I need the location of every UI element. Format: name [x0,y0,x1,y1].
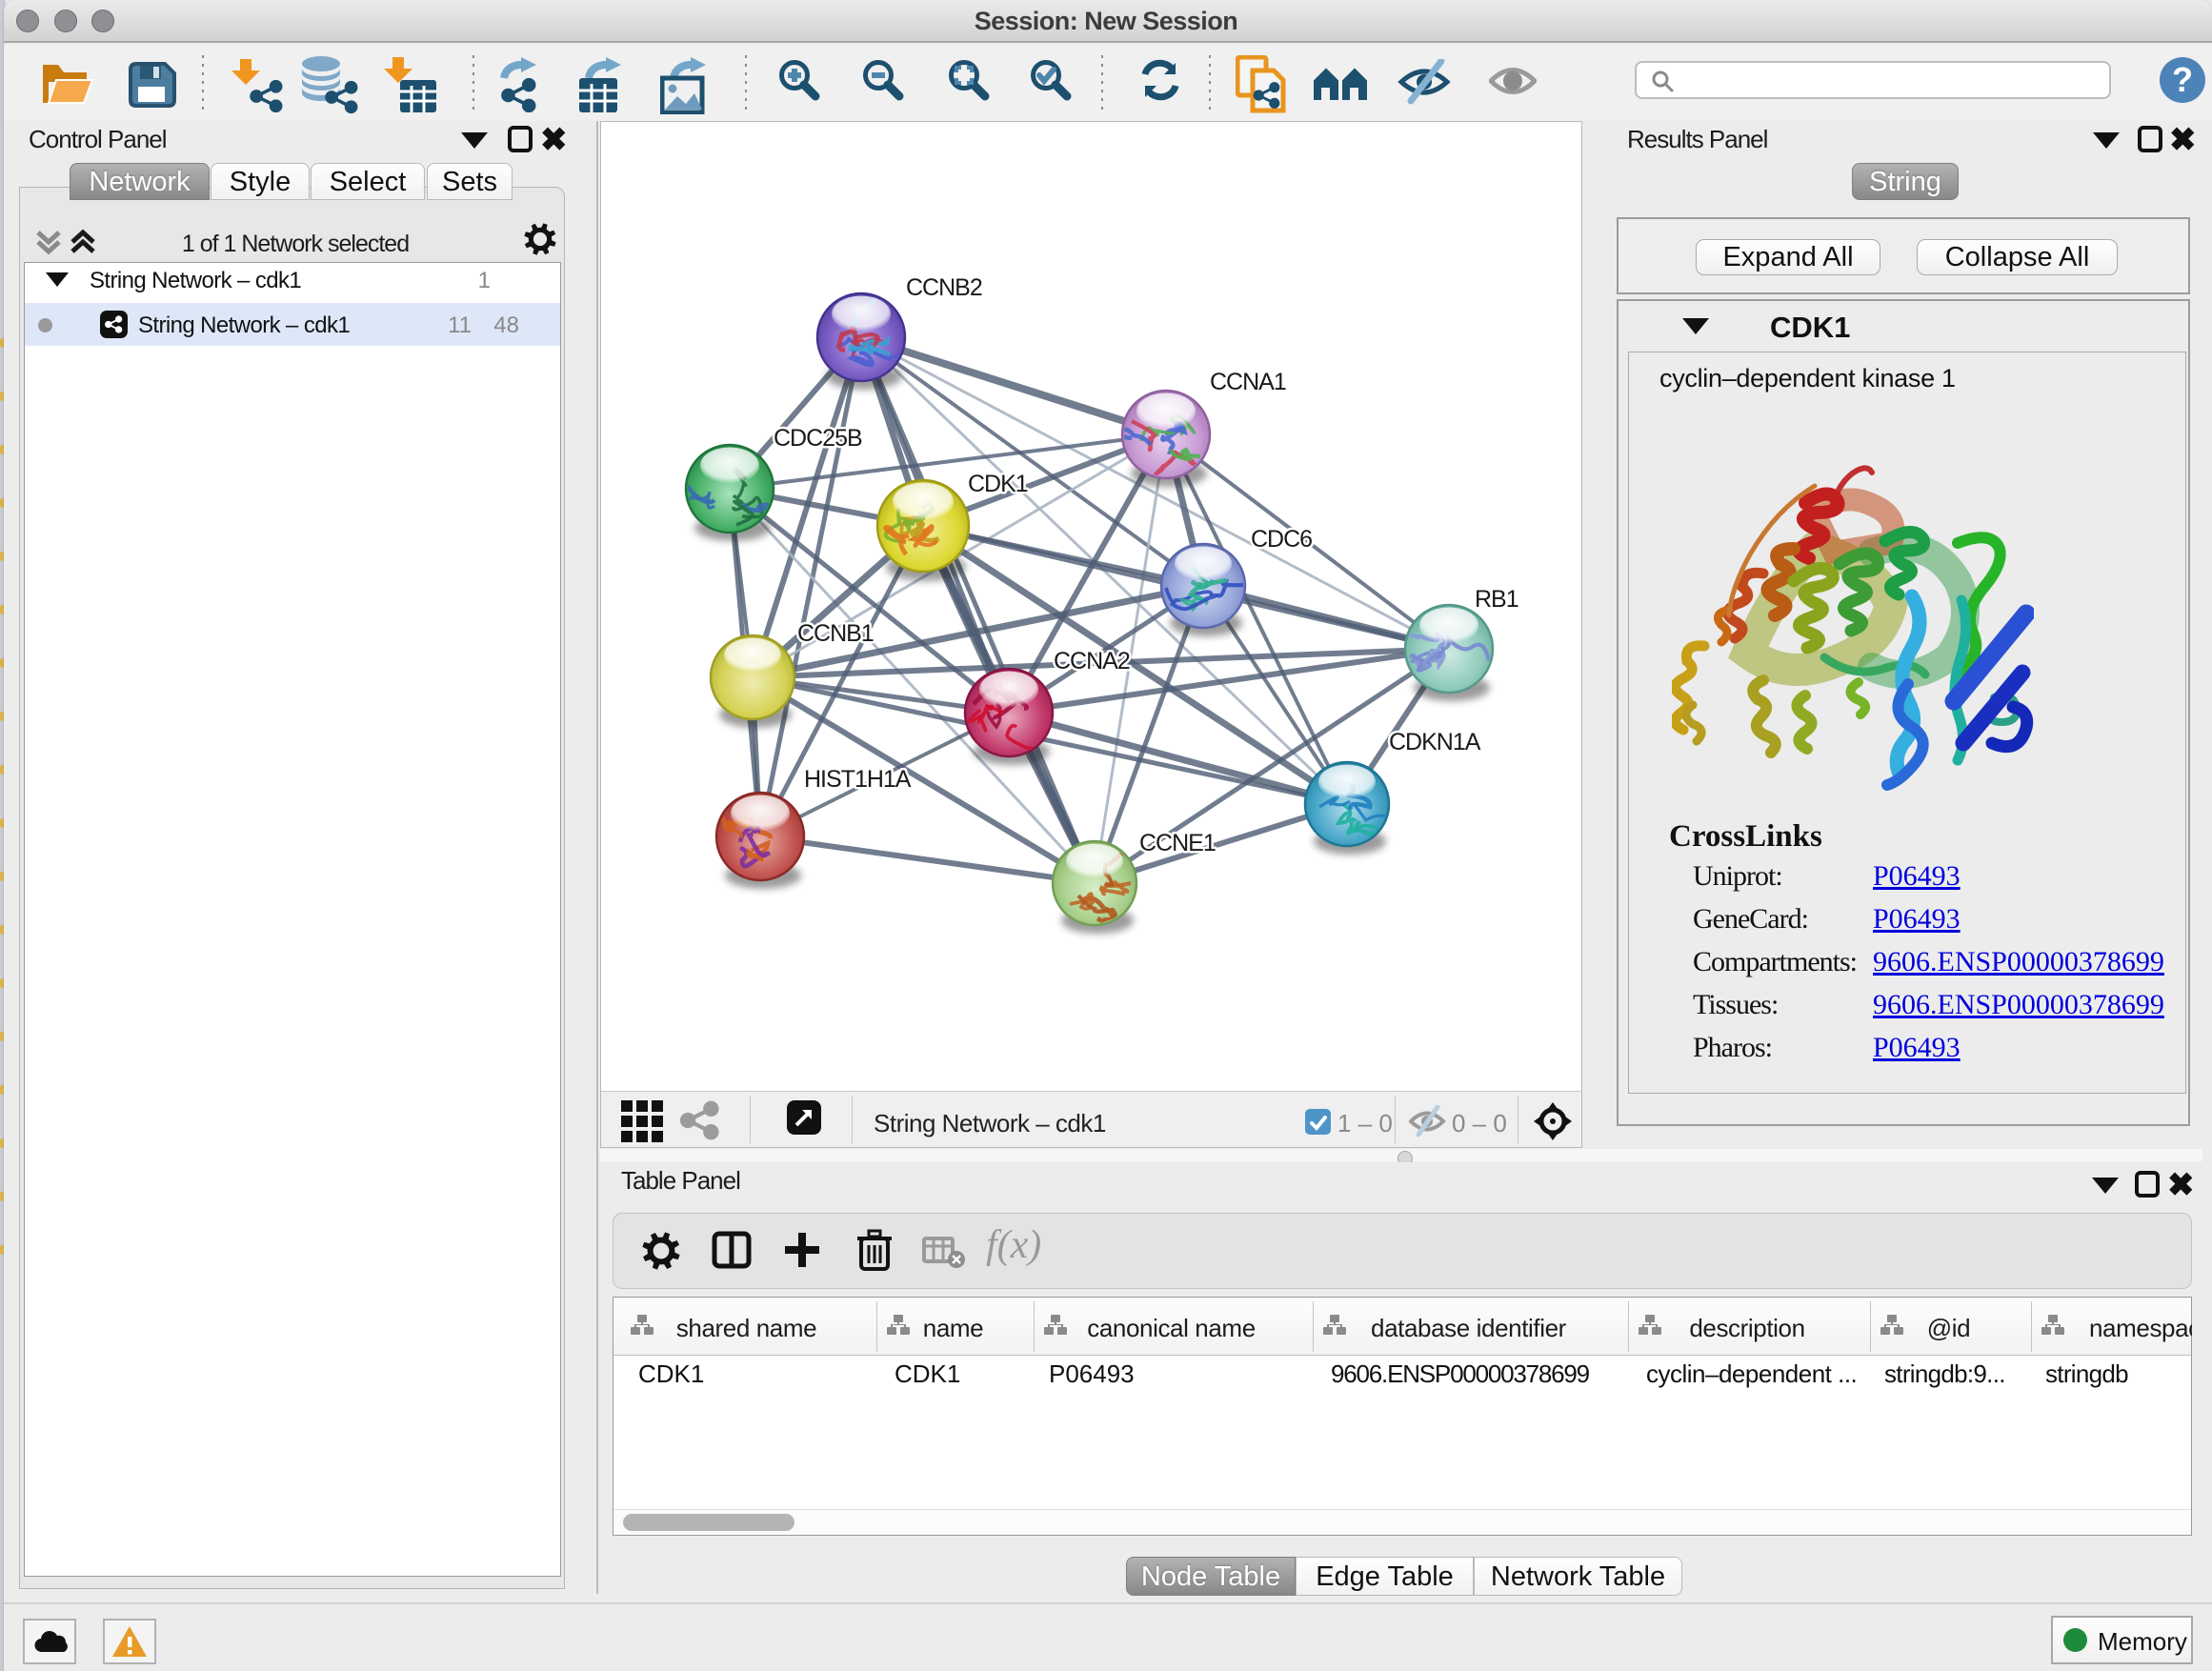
svg-text:RB1: RB1 [1475,586,1518,613]
svg-text:CCNE1: CCNE1 [1139,830,1216,856]
svg-text:CDC25B: CDC25B [774,425,862,452]
svg-text:CCNB2: CCNB2 [906,274,982,301]
svg-text:CDK1: CDK1 [968,471,1028,497]
svg-text:CCNA2: CCNA2 [1054,648,1130,674]
svg-text:HIST1H1A: HIST1H1A [804,766,912,793]
svg-text:CCNB1: CCNB1 [797,620,874,647]
svg-text:CCNA1: CCNA1 [1210,369,1286,395]
svg-text:CDC6: CDC6 [1251,526,1312,553]
svg-text:CDKN1A: CDKN1A [1389,729,1481,755]
